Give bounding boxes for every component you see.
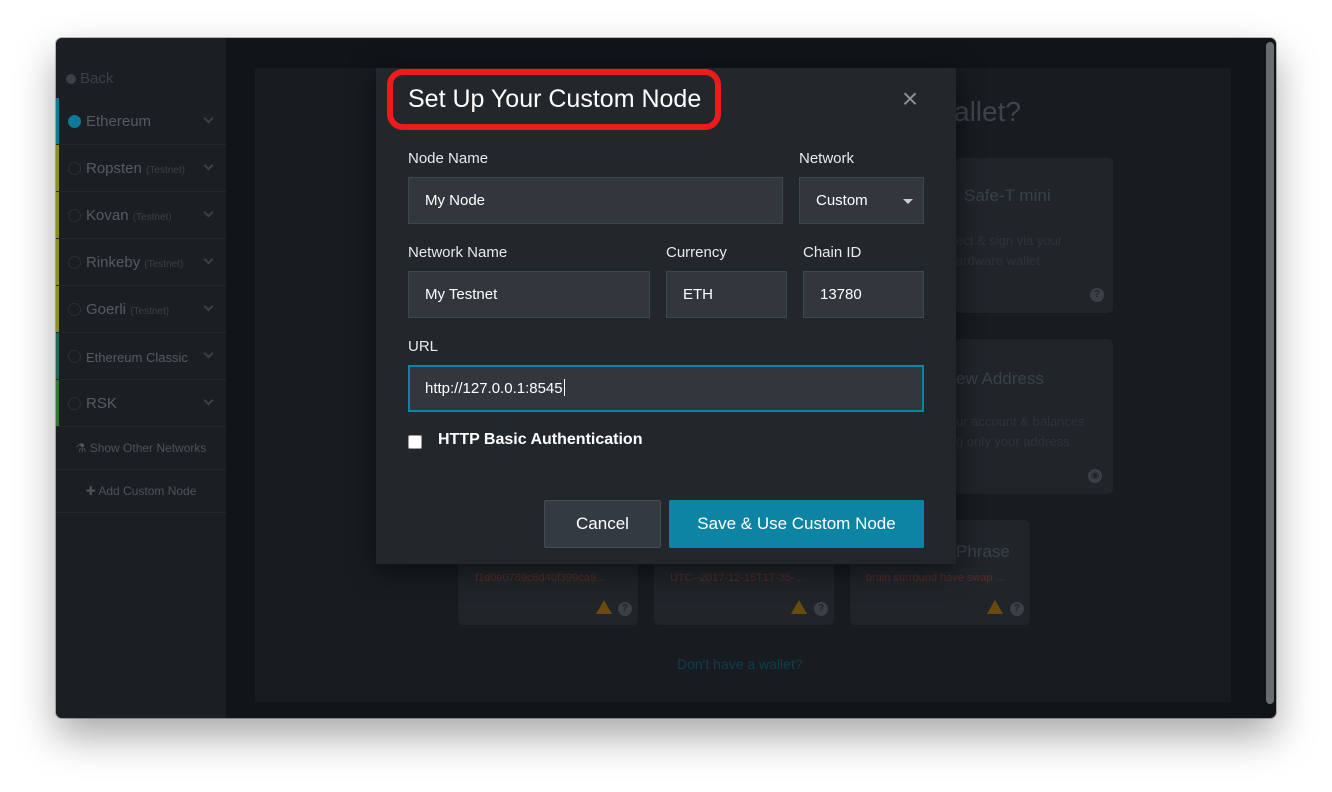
save-custom-node-button[interactable]: Save & Use Custom Node [669,500,924,548]
testnet-tag: (Testnet) [130,306,170,317]
back-button[interactable]: Back [66,70,113,87]
wallet-card-view-address[interactable]: ew Address ur account & balances g only … [956,339,1113,494]
network-color-bar [56,145,59,191]
help-icon[interactable]: ? [814,602,828,616]
no-wallet-link[interactable]: Don't have a wallet? [677,656,803,672]
testnet-tag: (Testnet) [146,165,185,176]
chevron-down-icon[interactable] [203,254,214,265]
dropdown-arrow-icon [903,199,913,204]
url-input[interactable]: http://127.0.0.1:8545 [408,365,924,412]
network-label: Goerli [86,301,127,318]
url-label: URL [408,338,439,355]
chevron-down-icon[interactable] [203,113,214,124]
radio-icon [68,162,81,175]
chain-id-input[interactable]: 13780 [803,271,924,318]
network-color-bar [56,192,59,238]
network-color-bar [56,98,59,144]
network-item-kovan[interactable]: Kovan (Testnet) [56,192,226,239]
network-label: Rinkeby [86,254,141,271]
modal-title: Set Up Your Custom Node [408,85,702,113]
plus-icon: ✚ [85,484,96,498]
network-color-bar [56,380,59,426]
cancel-button[interactable]: Cancel [544,500,661,548]
chain-id-label: Chain ID [803,244,862,261]
network-label: RSK [86,395,117,412]
radio-selected-icon [68,115,81,128]
network-item-rsk[interactable]: RSK [56,380,226,427]
add-custom-node-button[interactable]: ✚ Add Custom Node [56,470,226,513]
access-wallet-title: allet? [954,96,1021,127]
help-icon[interactable]: ? [618,602,632,616]
chevron-down-icon[interactable] [203,395,214,406]
flask-icon: ⚗ [75,441,87,455]
network-color-bar [56,333,59,379]
scrollbar[interactable] [1266,42,1274,704]
network-sidebar: Back Ethereum Ropsten (Testnet) Kovan (T… [56,38,226,718]
radio-icon [68,303,81,316]
close-icon[interactable]: × [898,85,922,113]
network-name-input[interactable]: My Testnet [408,271,650,318]
radio-icon [68,209,81,222]
network-label: Network [799,150,855,167]
chevron-down-icon[interactable] [203,160,214,171]
testnet-tag: (Testnet) [132,212,172,223]
chevron-down-icon[interactable] [203,301,214,312]
node-name-label: Node Name [408,150,489,167]
http-auth-checkbox[interactable] [408,435,422,449]
currency-input[interactable]: ETH [666,271,787,318]
network-item-ethereum[interactable]: Ethereum [56,98,226,145]
network-select[interactable]: Custom [799,177,924,224]
network-label: Ethereum Classic [86,350,188,365]
show-other-networks-button[interactable]: ⚗ Show Other Networks [56,427,226,470]
network-label: Ropsten [86,160,142,177]
help-icon[interactable]: ? [1090,288,1104,302]
network-label: Kovan [86,207,129,224]
eye-icon[interactable]: ◉ [1088,469,1102,483]
chevron-down-icon[interactable] [203,348,214,359]
testnet-tag: (Testnet) [144,259,184,270]
network-name-label: Network Name [408,244,508,261]
warning-icon [987,600,1003,614]
radio-icon [68,397,81,410]
http-auth-label[interactable]: HTTP Basic Authentication [438,431,642,449]
wallet-card-safe-t[interactable]: Safe-T mini ect & sign via your ardware … [956,158,1113,313]
network-item-rinkeby[interactable]: Rinkeby (Testnet) [56,239,226,286]
radio-icon [68,256,81,269]
custom-node-modal: Set Up Your Custom Node × Node Name My N… [376,68,956,564]
chevron-down-icon[interactable] [203,207,214,218]
network-item-ropsten[interactable]: Ropsten (Testnet) [56,145,226,192]
network-item-ethereum-classic[interactable]: Ethereum Classic [56,333,226,380]
network-color-bar [56,239,59,285]
back-arrow-icon [66,74,76,84]
help-icon[interactable]: ? [1010,602,1024,616]
currency-label: Currency [666,244,727,261]
network-select-value: Custom [816,192,868,209]
text-cursor [563,379,565,396]
radio-icon [68,350,81,363]
node-name-input[interactable]: My Node [408,177,783,224]
network-color-bar [56,286,59,332]
network-label: Ethereum [86,113,152,130]
warning-icon [791,600,807,614]
warning-icon [596,600,612,614]
url-input-value: http://127.0.0.1:8545 [425,380,563,397]
network-item-goerli[interactable]: Goerli (Testnet) [56,286,226,333]
